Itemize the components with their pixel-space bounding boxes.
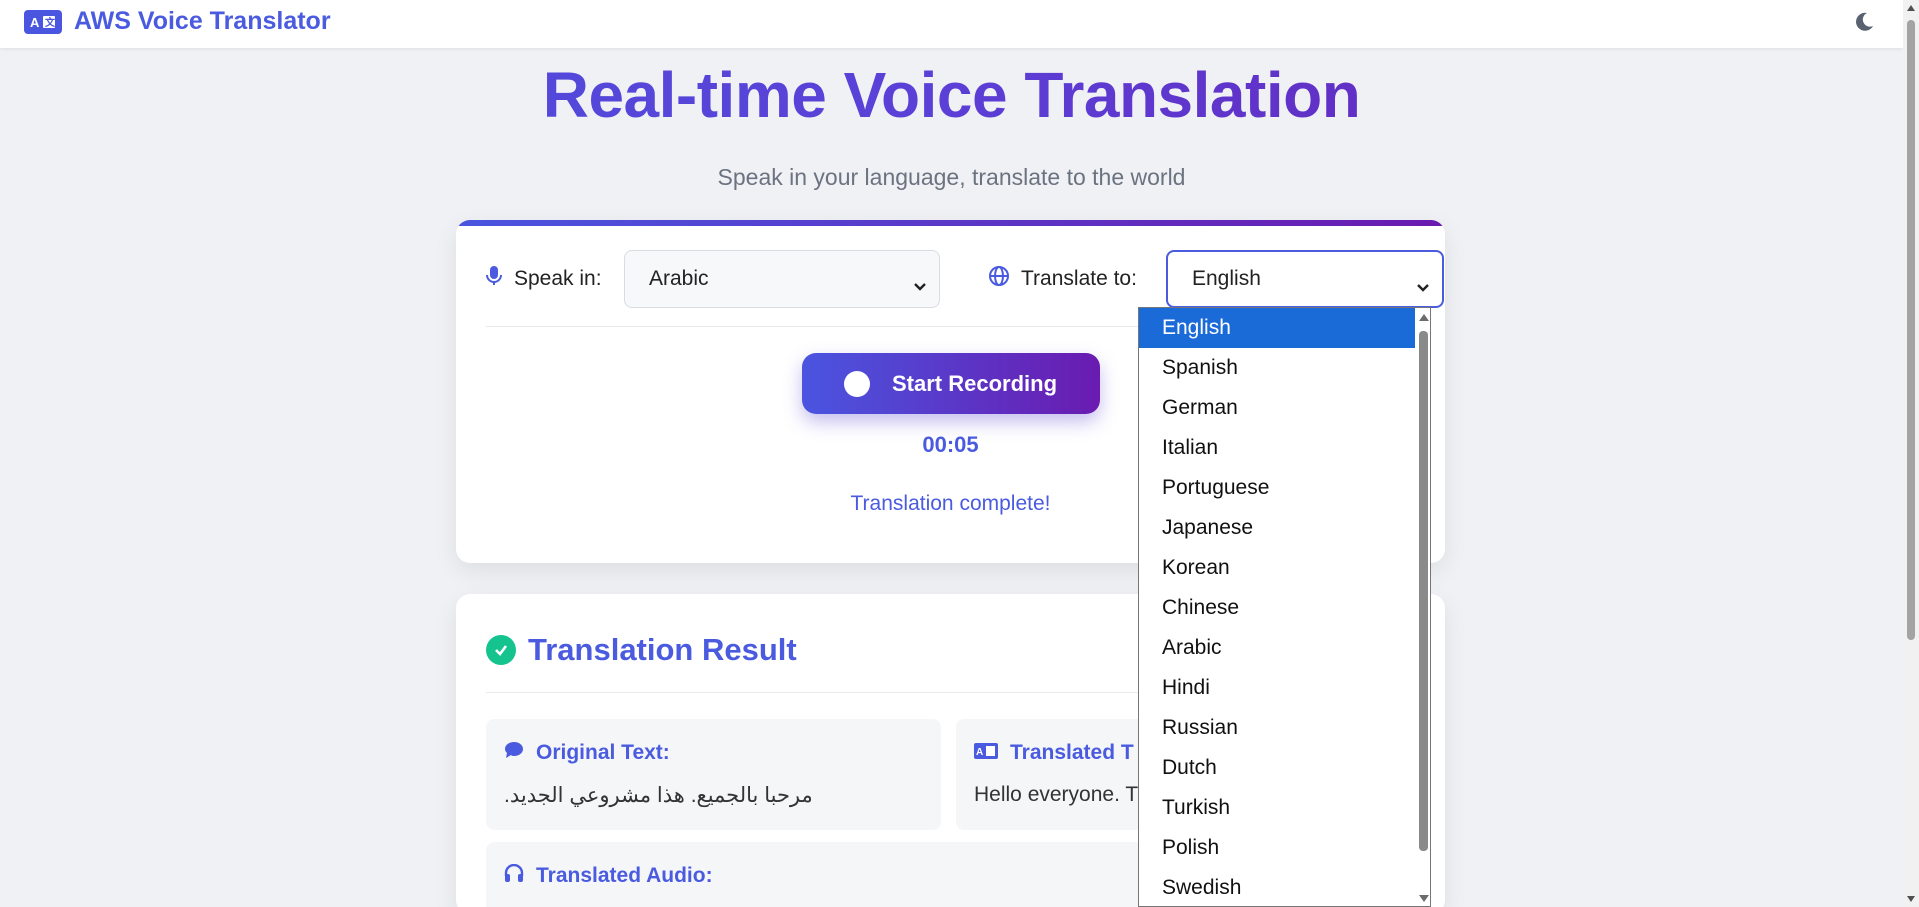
dropdown-option[interactable]: Swedish bbox=[1139, 868, 1415, 906]
translate-to-value: English bbox=[1192, 267, 1261, 290]
svg-text:文: 文 bbox=[45, 16, 56, 29]
brand[interactable]: A 文 AWS Voice Translator bbox=[24, 7, 331, 36]
original-text-heading: Original Text: bbox=[536, 741, 670, 764]
speak-in-text: Speak in: bbox=[514, 267, 602, 290]
original-text-value: مرحبا بالجميع. هذا مشروعي الجديد. bbox=[504, 784, 813, 807]
dropdown-option[interactable]: Portuguese bbox=[1139, 468, 1415, 508]
dropdown-option[interactable]: Japanese bbox=[1139, 508, 1415, 548]
speak-in-value: Arabic bbox=[649, 267, 709, 290]
translated-text-value: Hello everyone. T bbox=[974, 783, 1139, 806]
dropdown-option[interactable]: Turkish bbox=[1139, 788, 1415, 828]
translate-to-label: Translate to: bbox=[989, 250, 1137, 308]
dropdown-option[interactable]: Italian bbox=[1139, 428, 1415, 468]
translated-audio-heading: Translated Audio: bbox=[536, 864, 713, 887]
page-subtitle: Speak in your language, translate to the… bbox=[717, 164, 1186, 190]
moon-icon[interactable] bbox=[1852, 10, 1876, 34]
microphone-icon bbox=[486, 266, 502, 292]
dropdown-option[interactable]: Chinese bbox=[1139, 588, 1415, 628]
dropdown-option[interactable]: Polish bbox=[1139, 828, 1415, 868]
scroll-down-arrow-icon[interactable] bbox=[1419, 895, 1429, 902]
result-title: Translation Result bbox=[528, 632, 797, 667]
dropdown-option[interactable]: Korean bbox=[1139, 548, 1415, 588]
dropdown-option[interactable]: English bbox=[1139, 308, 1415, 348]
translated-text-label: A Translated T bbox=[974, 741, 1134, 765]
translate-to-dropdown-list[interactable]: English Spanish German Italian Portuguese Jap… bbox=[1138, 307, 1431, 907]
globe-icon bbox=[989, 266, 1009, 292]
original-text-pane: Original Text: مرحبا بالجميع. هذا مشروعي… bbox=[486, 719, 941, 830]
page-scrollbar[interactable] bbox=[1903, 0, 1919, 907]
translated-text-heading: Translated T bbox=[1010, 741, 1134, 764]
chevron-down-icon bbox=[1416, 275, 1430, 299]
page-title: Real-time Voice Translation bbox=[0, 58, 1903, 132]
record-dot-icon bbox=[844, 370, 870, 397]
scroll-up-arrow-icon[interactable] bbox=[1419, 314, 1429, 321]
translate-to-select[interactable]: English bbox=[1166, 250, 1444, 308]
comment-icon bbox=[504, 741, 524, 765]
svg-text:A: A bbox=[976, 747, 983, 758]
translate-icon: A bbox=[974, 741, 998, 765]
dropdown-option[interactable]: Spanish bbox=[1139, 348, 1415, 388]
dropdown-scroll-thumb[interactable] bbox=[1419, 331, 1428, 851]
start-recording-button[interactable]: Start Recording bbox=[802, 353, 1100, 414]
translate-to-text: Translate to: bbox=[1021, 267, 1137, 290]
dropdown-option[interactable]: Hindi bbox=[1139, 668, 1415, 708]
headphones-icon bbox=[504, 863, 524, 888]
card-accent-bar bbox=[456, 220, 1445, 226]
check-circle-icon bbox=[486, 635, 516, 665]
dropdown-option[interactable]: Arabic bbox=[1139, 628, 1415, 668]
language-selector-row: Speak in: Arabic Translate to: English bbox=[486, 250, 1444, 308]
dropdown-option[interactable]: Dutch bbox=[1139, 748, 1415, 788]
speak-in-label: Speak in: bbox=[486, 250, 602, 308]
top-navbar: A 文 AWS Voice Translator bbox=[0, 0, 1903, 48]
svg-text:A: A bbox=[30, 15, 40, 30]
speak-in-select[interactable]: Arabic bbox=[624, 250, 940, 308]
app-title: AWS Voice Translator bbox=[74, 7, 331, 35]
original-text-label: Original Text: bbox=[504, 741, 670, 765]
scroll-up-arrow-icon[interactable] bbox=[1907, 5, 1915, 11]
translated-audio-label: Translated Audio: bbox=[504, 863, 713, 888]
dropdown-scrollbar[interactable] bbox=[1416, 308, 1430, 906]
scroll-down-arrow-icon[interactable] bbox=[1907, 896, 1915, 902]
page-scroll-thumb[interactable] bbox=[1907, 20, 1915, 640]
translate-icon: A 文 bbox=[24, 9, 62, 34]
result-header: Translation Result bbox=[486, 632, 797, 668]
chevron-down-icon bbox=[913, 274, 927, 298]
start-recording-label: Start Recording bbox=[892, 370, 1058, 396]
dropdown-option[interactable]: German bbox=[1139, 388, 1415, 428]
dropdown-option[interactable]: Russian bbox=[1139, 708, 1415, 748]
